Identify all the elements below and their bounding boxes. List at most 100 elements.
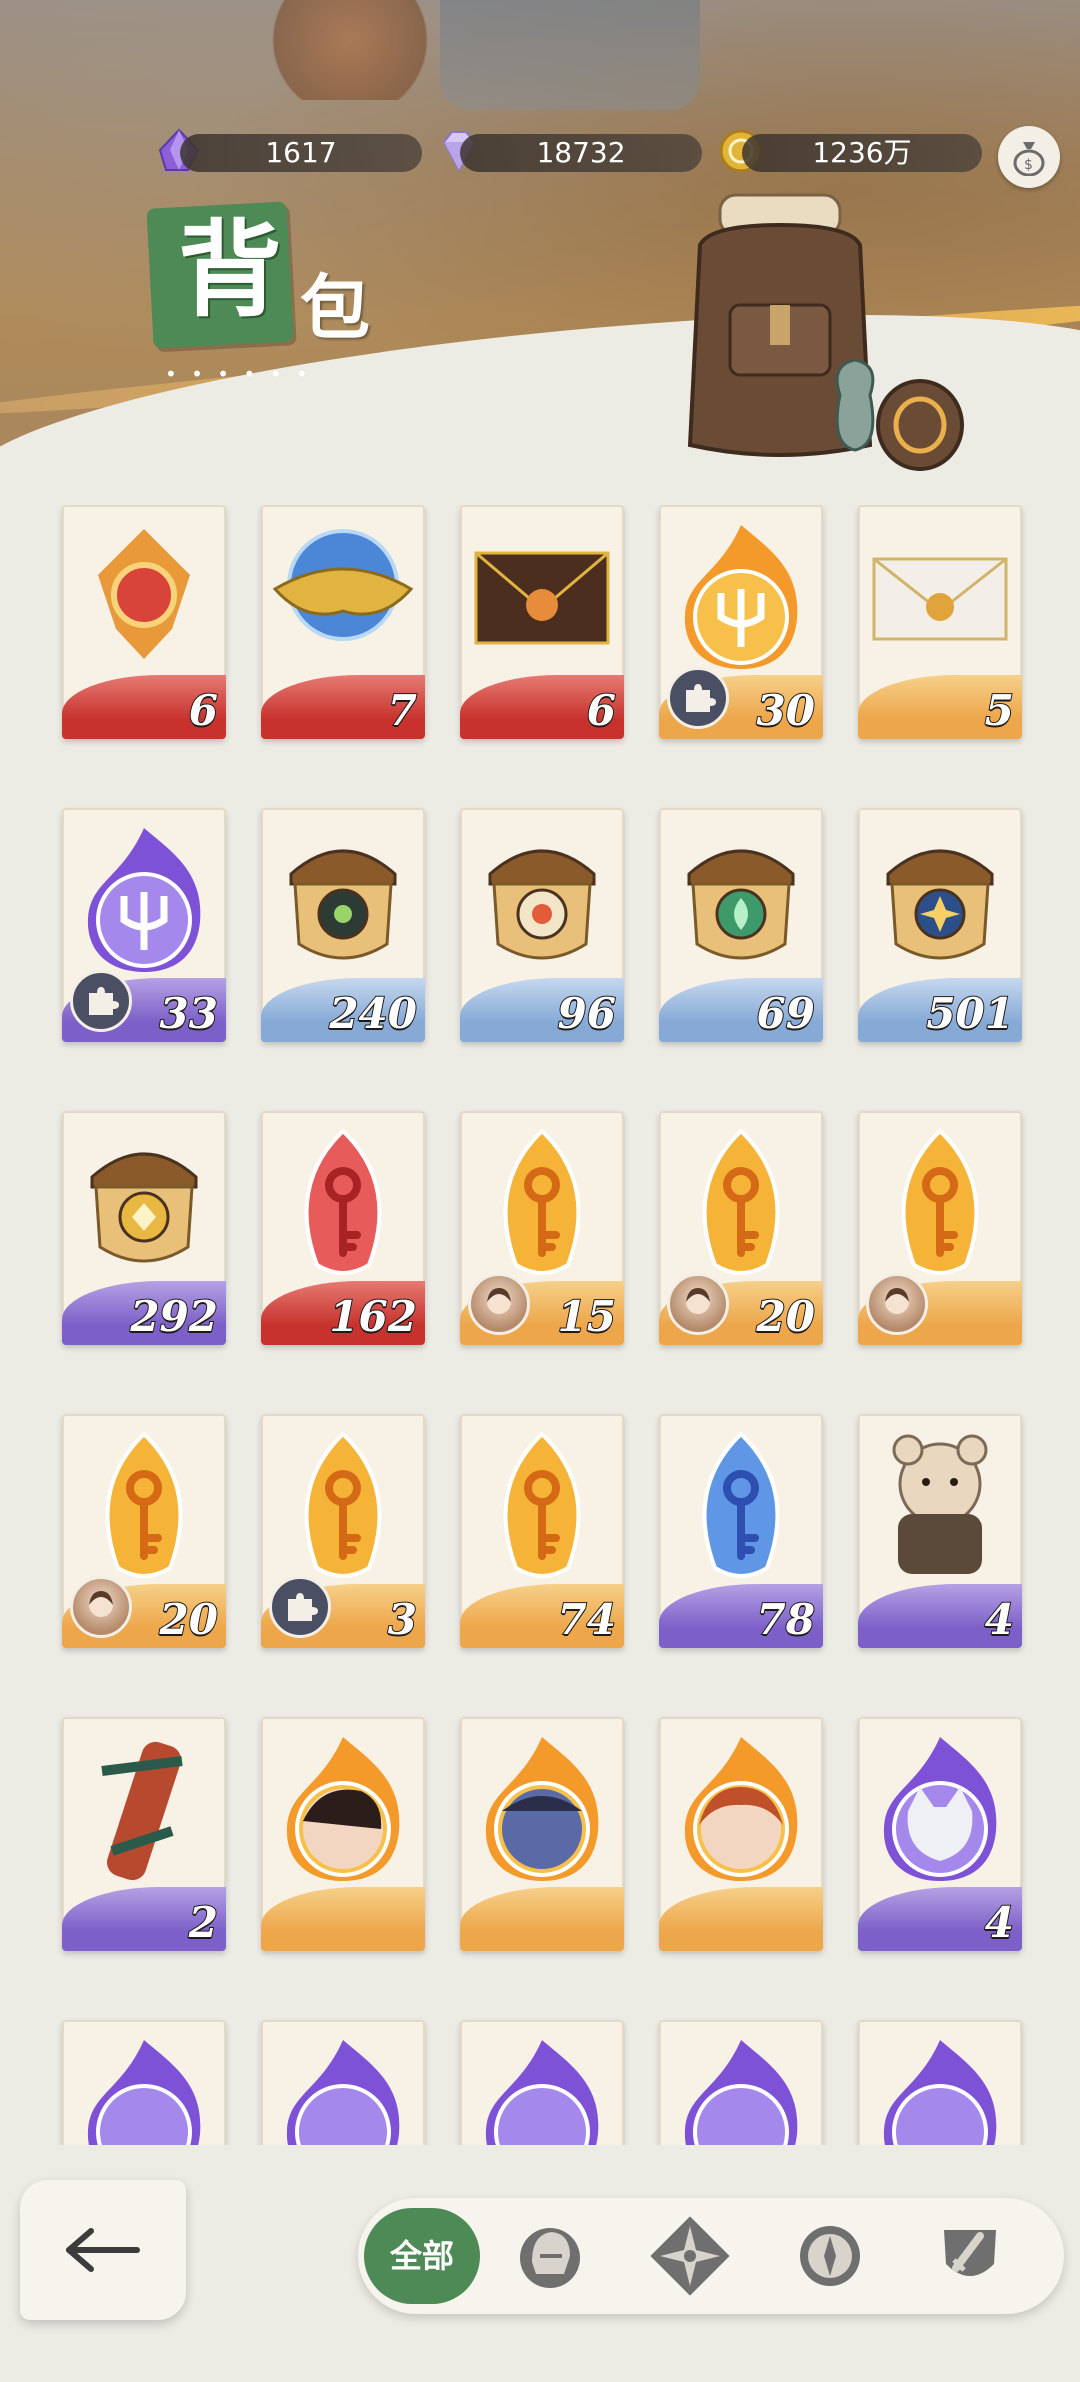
inventory-item[interactable]: 69 <box>659 808 823 1042</box>
inventory-item[interactable]: 6 <box>460 505 624 739</box>
character-portrait-icon <box>89 1591 113 1617</box>
inventory-item[interactable] <box>858 1111 1022 1345</box>
compass-icon[interactable] <box>790 2216 870 2296</box>
back-button[interactable] <box>20 2180 186 2320</box>
gold-key-gem-icon <box>503 1431 581 1578</box>
rarity-band <box>659 1887 823 1951</box>
diamond-counter: 18732 <box>460 134 702 172</box>
gold-coin-value: 1236万 <box>812 136 912 169</box>
background-tree <box>260 0 440 100</box>
inventory-item[interactable]: 20 <box>659 1111 823 1345</box>
inventory-item[interactable]: 96 <box>460 808 624 1042</box>
white-envelope-icon <box>872 557 1008 641</box>
acorn-eye-icon <box>289 849 397 960</box>
gold-key-gem-icon <box>503 1128 581 1275</box>
purple-flame-icon <box>286 2040 400 2145</box>
inventory-item[interactable]: 30 <box>659 505 823 739</box>
fire-portrait-redhair-icon <box>684 1737 798 1881</box>
item-count: 292 <box>129 1291 219 1342</box>
fire-trident-shard-icon <box>684 525 798 669</box>
inventory-item[interactable]: 162 <box>261 1111 425 1345</box>
inventory-item[interactable] <box>62 2020 226 2145</box>
character-badge <box>866 1273 928 1335</box>
inventory-item[interactable] <box>460 2020 624 2145</box>
inventory-item[interactable]: 15 <box>460 1111 624 1345</box>
item-count: 162 <box>328 1291 418 1342</box>
item-count: 240 <box>328 988 418 1039</box>
filter-all-tab[interactable]: 全部 <box>364 2208 480 2304</box>
item-count: 501 <box>925 988 1015 1039</box>
inventory-item[interactable]: 2 <box>62 1717 226 1951</box>
inventory-item[interactable] <box>261 1717 425 1951</box>
page-title-sub: 包 <box>300 266 370 349</box>
puzzle-icon <box>288 1593 318 1621</box>
character-portrait-icon <box>885 1288 909 1314</box>
inventory-item[interactable]: 240 <box>261 808 425 1042</box>
inventory-item[interactable]: 33 <box>62 808 226 1042</box>
filter-bar: 全部 <box>358 2198 1064 2314</box>
item-count: 4 <box>984 1897 1015 1948</box>
gold-key-gem-icon <box>304 1431 382 1578</box>
inventory-item[interactable]: 7 <box>261 505 425 739</box>
acorn-leaf-icon <box>687 849 795 960</box>
item-count: 33 <box>159 988 219 1039</box>
item-count: 96 <box>557 988 617 1039</box>
fire-portrait-elf-icon <box>286 1737 400 1881</box>
character-portrait-icon <box>487 1288 511 1314</box>
acorn-diamond-icon <box>90 1152 198 1263</box>
item-count: 20 <box>159 1594 219 1645</box>
gold-key-gem-icon <box>702 1128 780 1275</box>
inventory-item[interactable]: 501 <box>858 808 1022 1042</box>
svg-text:$: $ <box>1024 157 1033 173</box>
shield-sword-icon[interactable] <box>930 2216 1010 2296</box>
puzzle-icon <box>686 684 716 712</box>
helmet-icon[interactable] <box>510 2216 590 2296</box>
item-count: 30 <box>756 685 816 736</box>
bear-figure-icon <box>892 1434 988 1574</box>
inventory-grid: 6 7 6 30 5 33 240 96 69 501 292 162 15 20 20 3 74 78 4 2 4 <box>0 505 1080 2145</box>
title-dots: • • • • • • <box>165 362 312 386</box>
item-count: 20 <box>756 1291 816 1342</box>
purple-crystal-counter: 1617 <box>180 134 422 172</box>
item-count: 4 <box>984 1594 1015 1645</box>
background-house <box>440 0 700 110</box>
inventory-item[interactable] <box>460 1717 624 1951</box>
red-key-gem-icon <box>304 1128 382 1275</box>
inventory-item[interactable] <box>261 2020 425 2145</box>
blue-orb-mask-icon <box>272 529 414 641</box>
inventory-item[interactable]: 4 <box>858 1414 1022 1648</box>
inventory-item[interactable]: 74 <box>460 1414 624 1648</box>
inventory-item[interactable] <box>659 2020 823 2145</box>
purple-flame-icon <box>485 2040 599 2145</box>
inventory-item[interactable] <box>659 1717 823 1951</box>
item-count: 5 <box>984 685 1015 736</box>
character-portrait-icon <box>686 1288 710 1314</box>
item-count: 6 <box>586 685 617 736</box>
inventory-item[interactable]: 6 <box>62 505 226 739</box>
blue-key-gem-icon <box>702 1431 780 1578</box>
inventory-item[interactable]: 292 <box>62 1111 226 1345</box>
rarity-band <box>261 1887 425 1951</box>
fragment-badge <box>269 1576 331 1638</box>
item-count: 3 <box>387 1594 418 1645</box>
inventory-item[interactable]: 5 <box>858 505 1022 739</box>
compass-star-icon[interactable] <box>650 2216 730 2296</box>
fire-portrait-blue-icon <box>485 1737 599 1881</box>
inventory-item[interactable] <box>858 2020 1022 2145</box>
purple-crystal-value: 1617 <box>265 136 337 169</box>
wrapped-scroll-icon <box>101 1741 183 1881</box>
inventory-item[interactable]: 4 <box>858 1717 1022 1951</box>
gold-key-gem-icon <box>105 1431 183 1578</box>
item-count: 2 <box>188 1897 219 1948</box>
money-bag-button[interactable]: $ <box>998 126 1060 188</box>
fragment-badge <box>70 970 132 1032</box>
inventory-item[interactable]: 3 <box>261 1414 425 1648</box>
puzzle-icon <box>89 987 119 1015</box>
character-badge <box>468 1273 530 1335</box>
inventory-item[interactable]: 78 <box>659 1414 823 1648</box>
rarity-band <box>460 1887 624 1951</box>
inventory-item[interactable]: 20 <box>62 1414 226 1648</box>
item-count: 15 <box>557 1291 617 1342</box>
fragment-badge <box>667 667 729 729</box>
item-count: 7 <box>387 685 418 736</box>
